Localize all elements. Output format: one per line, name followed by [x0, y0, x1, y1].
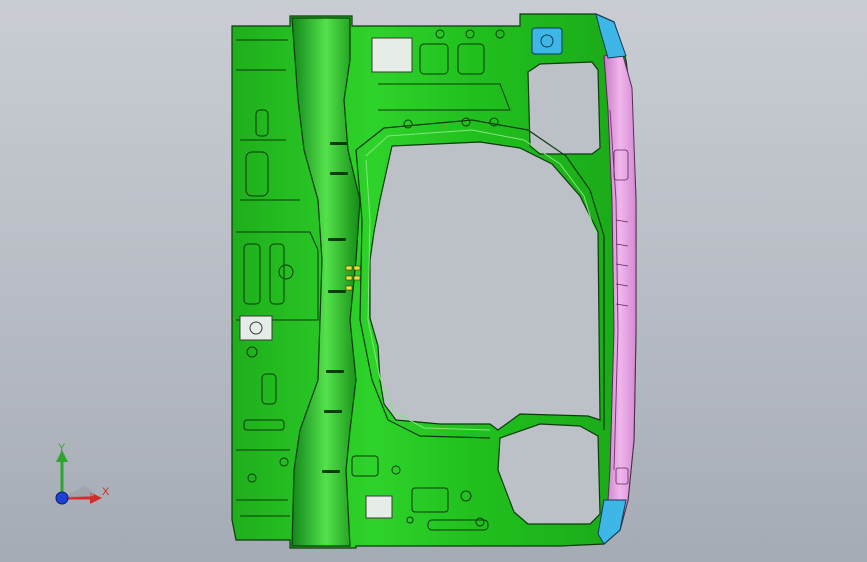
axis-y-label: Y [58, 442, 66, 454]
top-right-fitting[interactable] [531, 27, 563, 55]
central-cutout [369, 141, 601, 431]
triad-labels: Y X [46, 438, 118, 510]
left-mount[interactable] [239, 315, 273, 341]
upper-right-opening [527, 61, 601, 155]
lower-right-opening [497, 423, 601, 525]
graphics-viewport[interactable]: Y X [0, 0, 867, 562]
floor-panel-model[interactable] [0, 0, 867, 562]
axis-x-label: X [102, 486, 110, 498]
